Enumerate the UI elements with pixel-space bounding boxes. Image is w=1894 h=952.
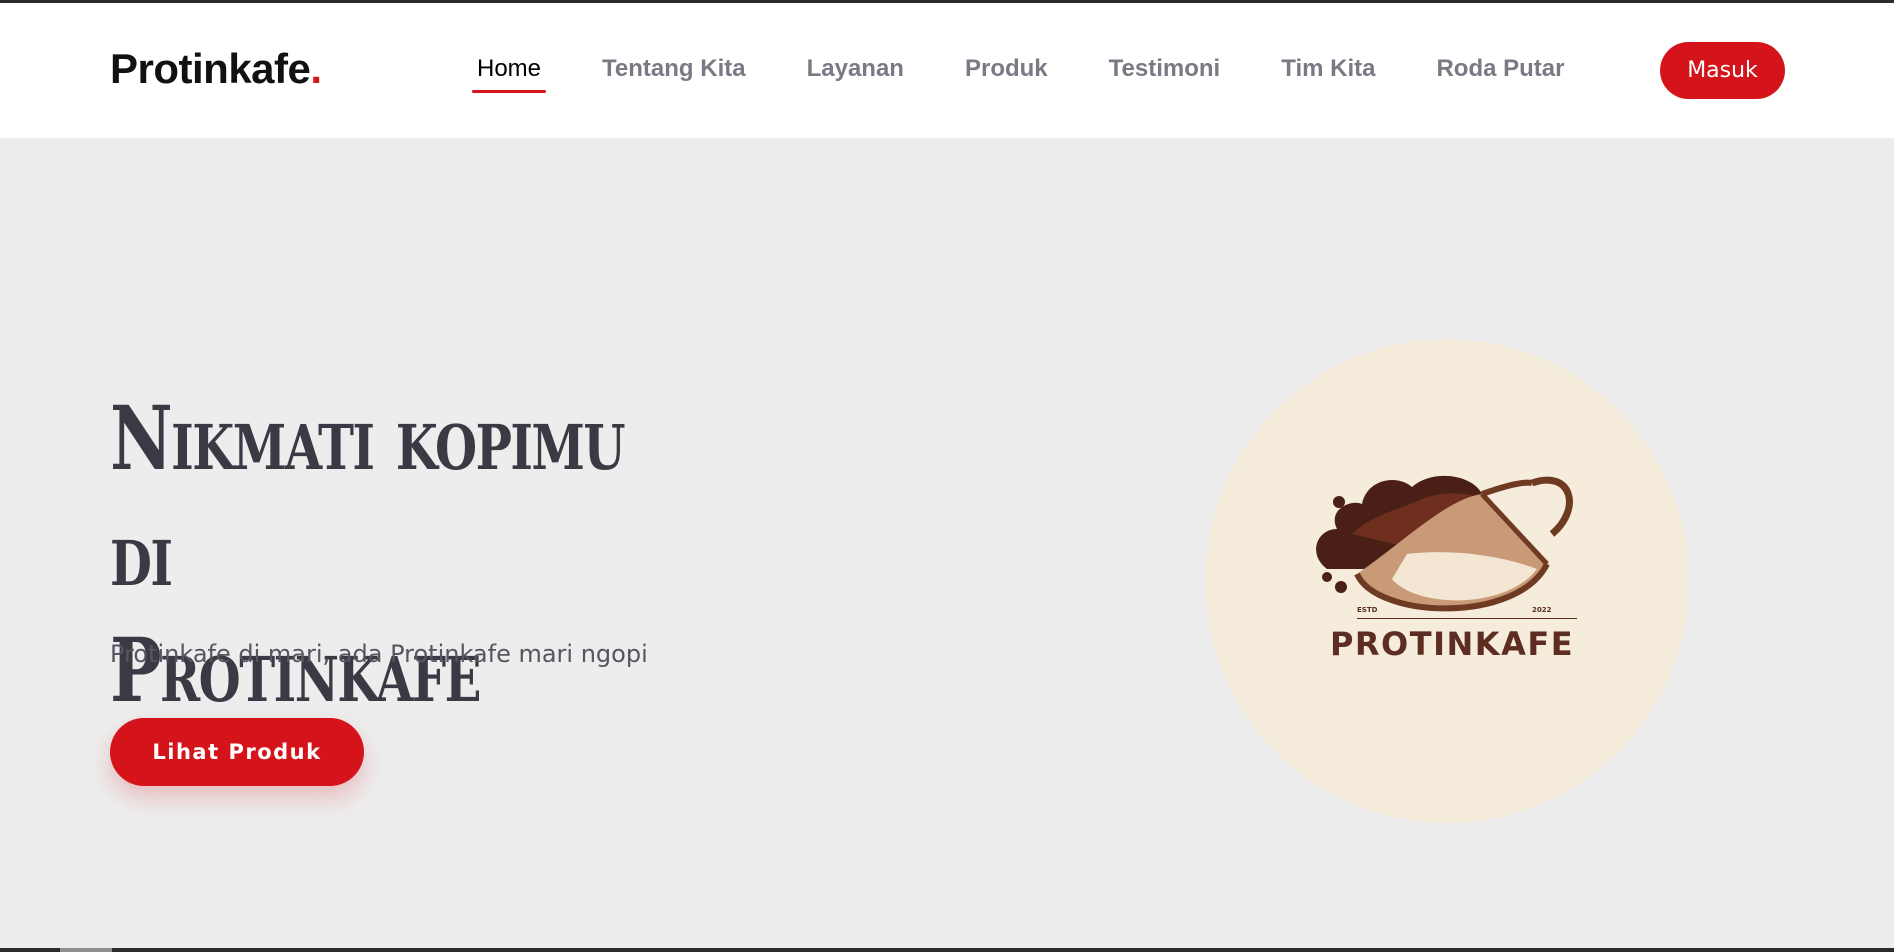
hero-title-line1: Nikmati kopimu di <box>110 386 626 606</box>
nav-produk[interactable]: Produk <box>960 55 1053 93</box>
nav-testimoni[interactable]: Testimoni <box>1104 55 1226 93</box>
coffee-cup-splash-icon <box>1316 475 1577 619</box>
nav-tentang-kita[interactable]: Tentang Kita <box>597 55 751 93</box>
nav-roda-putar[interactable]: Roda Putar <box>1431 55 1569 93</box>
logo-estd-label: ESTD <box>1357 606 1378 614</box>
logo-badge: ESTD 2022 PROTINKAFE <box>1205 339 1689 823</box>
bottom-border <box>0 948 1894 952</box>
site-header: Protinkafe. Home Tentang Kita Layanan Pr… <box>0 3 1894 138</box>
logo-year-label: 2022 <box>1532 606 1552 614</box>
nav-home[interactable]: Home <box>472 55 547 93</box>
main-nav: Home Tentang Kita Layanan Produk Testimo… <box>472 55 1620 93</box>
login-button[interactable]: Masuk <box>1660 42 1785 99</box>
brand-logo[interactable]: Protinkafe. <box>110 45 322 93</box>
hero-subtitle: Protinkafe di mari, ada Protinkafe mari … <box>110 640 648 668</box>
hero-title-line2: Protinkafe <box>110 618 482 722</box>
brand-dot: . <box>310 45 322 92</box>
hero-title: Nikmati kopimu di Protinkafe <box>110 380 656 728</box>
brand-name: Protinkafe <box>110 45 311 92</box>
scroll-thumb[interactable] <box>60 948 112 952</box>
nav-layanan[interactable]: Layanan <box>802 55 909 93</box>
view-products-button[interactable]: Lihat Produk <box>110 718 364 786</box>
nav-tim-kita[interactable]: Tim Kita <box>1276 55 1380 93</box>
logo-wordmark: PROTINKAFE <box>1329 625 1575 663</box>
